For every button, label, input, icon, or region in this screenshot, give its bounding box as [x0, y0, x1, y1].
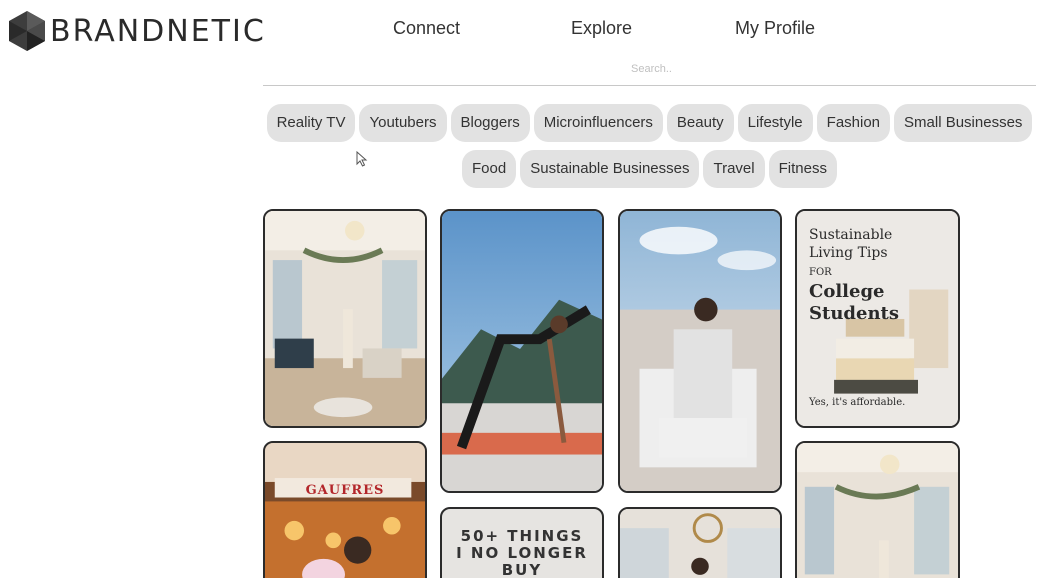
chip-bloggers[interactable]: Bloggers [450, 104, 530, 142]
pin-title-line2: Living Tips [809, 245, 888, 261]
nav-explore[interactable]: Explore [571, 18, 632, 39]
mouse-cursor-icon [356, 151, 368, 167]
yoga-photo [442, 211, 602, 491]
interior-photo [265, 211, 425, 426]
chip-fitness[interactable]: Fitness [768, 150, 837, 188]
chip-sustainable-businesses[interactable]: Sustainable Businesses [520, 150, 700, 188]
pin-title-line2: I NO LONGER [456, 544, 588, 562]
pin-card[interactable]: 50+ THINGS I NO LONGER BUY [440, 507, 604, 578]
pin-title-line3: BUY [501, 561, 543, 578]
pin-card[interactable] [795, 441, 960, 578]
pin-card[interactable]: Sustainable Living Tips FOR College Stud… [795, 209, 960, 428]
chip-small-businesses[interactable]: Small Businesses [894, 104, 1033, 142]
pin-card[interactable] [440, 209, 604, 493]
pin-title-line3: FOR [809, 267, 832, 278]
pin-card[interactable] [618, 507, 782, 578]
pin-title-line5: Students [809, 303, 899, 324]
search-input[interactable] [263, 57, 1040, 81]
pin-title-line1: 50+ THINGS [460, 527, 584, 545]
chip-youtubers[interactable]: Youtubers [359, 104, 447, 142]
chip-travel[interactable]: Travel [703, 150, 765, 188]
lifestyle-photo [620, 211, 780, 491]
category-row-2: Food Sustainable Businesses Travel Fitne… [263, 150, 1036, 188]
nav-connect[interactable]: Connect [393, 18, 460, 39]
pin-title-line4: College [809, 281, 885, 302]
top-nav: Connect Explore My Profile [0, 18, 1056, 42]
carnival-sign: GAUFRES [305, 483, 385, 498]
category-filters: Reality TV Youtubers Bloggers Microinflu… [263, 104, 1036, 188]
pin-card[interactable] [618, 209, 782, 493]
carnival-photo [265, 443, 425, 578]
chip-lifestyle[interactable]: Lifestyle [737, 104, 813, 142]
chip-reality-tv[interactable]: Reality TV [266, 104, 356, 142]
nav-my-profile[interactable]: My Profile [735, 18, 815, 39]
chip-microinfluencers[interactable]: Microinfluencers [533, 104, 663, 142]
chip-beauty[interactable]: Beauty [666, 104, 734, 142]
pin-footer: Yes, it's affordable. [809, 397, 906, 408]
home-photo [620, 509, 780, 578]
pin-title-line1: Sustainable [809, 227, 893, 243]
page: BRANDNETIC Connect Explore My Profile Re… [0, 0, 1056, 578]
chip-fashion[interactable]: Fashion [816, 104, 891, 142]
search-bar [263, 57, 1040, 86]
pin-card[interactable]: GAUFRES [263, 441, 427, 578]
interior-photo [797, 443, 958, 578]
pin-card[interactable] [263, 209, 427, 428]
chip-food[interactable]: Food [462, 150, 517, 188]
